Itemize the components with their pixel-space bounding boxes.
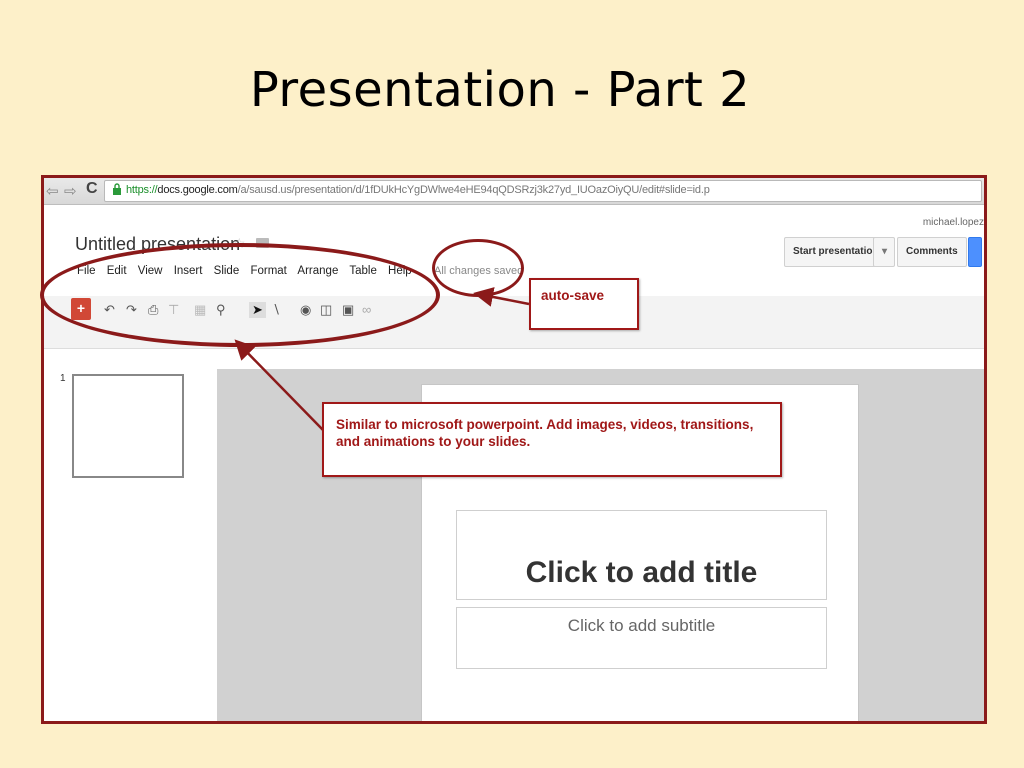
autosave-callout: auto-save <box>529 278 639 330</box>
powerpoint-callout: Similar to microsoft powerpoint. Add ima… <box>322 402 782 477</box>
toolbar-arrow <box>234 339 324 431</box>
annotation-arrows <box>234 287 530 431</box>
autosave-arrow <box>473 287 530 307</box>
